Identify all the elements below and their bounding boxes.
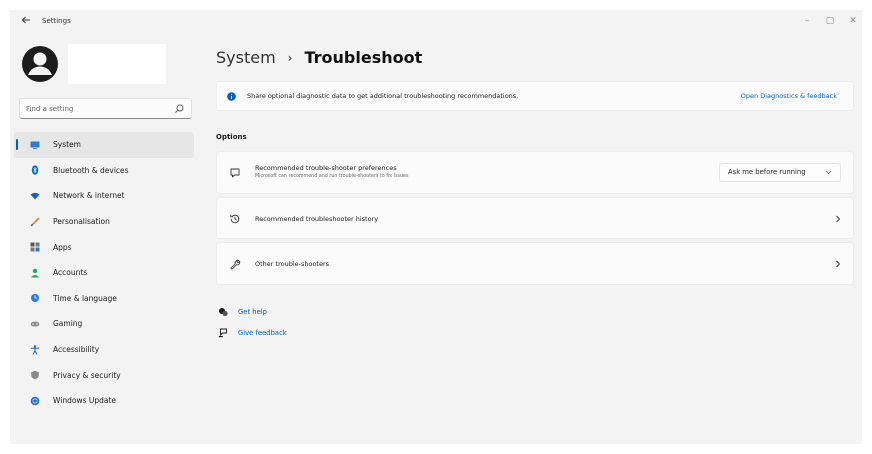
brush-icon bbox=[30, 217, 40, 226]
sidebar-item-network[interactable]: Network & internet bbox=[14, 183, 194, 209]
troubleshooter-history-card[interactable]: Recommended troubleshooter history bbox=[216, 197, 854, 239]
search-icon bbox=[175, 104, 184, 113]
sidebar-item-label: Apps bbox=[53, 242, 72, 252]
section-heading-options: Options bbox=[216, 133, 247, 141]
feedback-icon bbox=[218, 328, 227, 338]
sidebar-item-label: Personalisation bbox=[53, 217, 110, 227]
wrench-icon bbox=[230, 259, 241, 270]
back-arrow-icon bbox=[21, 16, 30, 24]
other-troubleshooters-card[interactable]: Other trouble-shooters bbox=[216, 242, 854, 285]
preferences-subtitle: Microsoft can recommend and run trouble-… bbox=[255, 174, 409, 179]
settings-window: Settings – ▢ ✕ System Bluetooth & device… bbox=[10, 10, 862, 444]
title-bar: Settings – ▢ ✕ bbox=[10, 10, 862, 36]
breadcrumb-separator: › bbox=[287, 50, 293, 65]
info-banner-text: Share optional diagnostic data to get ad… bbox=[247, 92, 519, 100]
search-box[interactable] bbox=[19, 98, 192, 119]
dropdown-selected-value: Ask me before running bbox=[728, 168, 806, 176]
sidebar-item-label: Gaming bbox=[53, 319, 83, 329]
bluetooth-icon bbox=[31, 165, 39, 175]
history-icon bbox=[230, 214, 240, 224]
accessibility-icon bbox=[31, 344, 39, 355]
windows-update-icon bbox=[30, 396, 40, 406]
sidebar-nav: System Bluetooth & devices Network & int… bbox=[14, 132, 194, 414]
sidebar-item-label: Accounts bbox=[53, 268, 88, 278]
preferences-title: Recommended trouble-shooter preferences bbox=[255, 164, 397, 172]
user-avatar-icon bbox=[22, 46, 58, 82]
get-help-label: Get help bbox=[238, 308, 267, 316]
sidebar-item-label: System bbox=[53, 140, 81, 150]
preference-dropdown[interactable]: Ask me before running bbox=[719, 163, 841, 182]
search-input[interactable] bbox=[26, 103, 166, 115]
wifi-icon bbox=[30, 192, 40, 200]
troubleshooter-preferences-card: Recommended trouble-shooter preferences … bbox=[216, 151, 854, 194]
sidebar-item-label: Bluetooth & devices bbox=[53, 165, 129, 175]
page-title: Troubleshoot bbox=[304, 48, 423, 67]
chevron-right-icon bbox=[836, 215, 841, 223]
shield-icon bbox=[31, 370, 39, 380]
maximize-button[interactable]: ▢ bbox=[823, 16, 837, 26]
sidebar-item-label: Privacy & security bbox=[53, 370, 121, 380]
open-diagnostics-link[interactable]: Open Diagnostics & feedback bbox=[741, 92, 837, 100]
chevron-right-icon bbox=[836, 260, 841, 268]
monitor-icon bbox=[30, 141, 40, 149]
back-button[interactable] bbox=[18, 15, 34, 31]
globe-clock-icon bbox=[31, 294, 39, 303]
sidebar-item-time-language[interactable]: Time & language bbox=[14, 286, 194, 312]
get-help-icon bbox=[219, 308, 228, 317]
sidebar-item-accessibility[interactable]: Accessibility bbox=[14, 337, 194, 363]
gamepad-icon bbox=[30, 321, 40, 327]
chevron-down-icon bbox=[825, 170, 832, 175]
give-feedback-label: Give feedback bbox=[238, 329, 287, 337]
avatar[interactable] bbox=[20, 44, 60, 84]
profile-name-box bbox=[68, 44, 166, 84]
accounts-icon bbox=[31, 268, 39, 278]
chat-bubble-icon bbox=[230, 168, 240, 178]
breadcrumb: System › Troubleshoot bbox=[216, 48, 422, 67]
give-feedback-link[interactable]: Give feedback bbox=[218, 328, 287, 338]
sidebar-item-personalisation[interactable]: Personalisation bbox=[14, 209, 194, 235]
other-title: Other trouble-shooters bbox=[255, 260, 330, 268]
sidebar-item-privacy-security[interactable]: Privacy & security bbox=[14, 362, 194, 388]
app-title: Settings bbox=[42, 17, 71, 25]
sidebar-item-accounts[interactable]: Accounts bbox=[14, 260, 194, 286]
info-icon bbox=[227, 92, 236, 101]
sidebar-item-label: Time & language bbox=[53, 293, 117, 303]
close-button[interactable]: ✕ bbox=[846, 16, 860, 26]
sidebar-item-label: Accessibility bbox=[53, 345, 100, 355]
sidebar-item-bluetooth[interactable]: Bluetooth & devices bbox=[14, 158, 194, 184]
breadcrumb-parent[interactable]: System bbox=[216, 48, 276, 67]
sidebar-item-label: Network & internet bbox=[53, 191, 125, 201]
sidebar-item-label: Windows Update bbox=[53, 396, 117, 406]
sidebar-item-windows-update[interactable]: Windows Update bbox=[14, 388, 194, 414]
sidebar-item-gaming[interactable]: Gaming bbox=[14, 311, 194, 337]
sidebar-item-system[interactable]: System bbox=[14, 132, 194, 158]
apps-icon bbox=[30, 242, 40, 252]
history-title: Recommended troubleshooter history bbox=[255, 215, 379, 223]
diagnostics-info-banner: Share optional diagnostic data to get ad… bbox=[216, 81, 854, 111]
sidebar-item-apps[interactable]: Apps bbox=[14, 234, 194, 260]
get-help-link[interactable]: Get help bbox=[218, 307, 267, 317]
minimize-button[interactable]: – bbox=[800, 16, 814, 26]
